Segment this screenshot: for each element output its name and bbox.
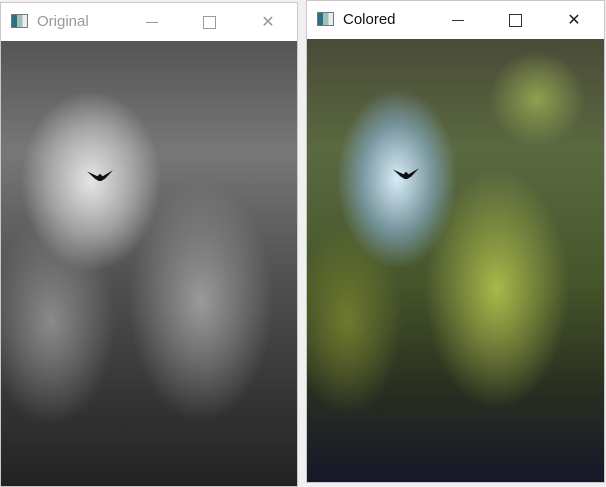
minimize-icon	[452, 19, 464, 21]
window-original[interactable]: Original ✕	[0, 2, 298, 487]
minimize-button[interactable]	[129, 9, 175, 35]
window-title: Original	[37, 13, 89, 30]
minimize-icon	[146, 21, 158, 23]
minimize-button[interactable]	[435, 7, 481, 33]
title-bar[interactable]: Colored ✕	[307, 1, 604, 39]
maximize-button[interactable]	[492, 7, 538, 33]
window-title: Colored	[343, 11, 396, 28]
maximize-button[interactable]	[186, 9, 232, 35]
app-icon	[11, 14, 28, 28]
colored-image	[307, 39, 604, 482]
maximize-icon	[202, 15, 216, 29]
close-icon: ✕	[261, 14, 275, 31]
close-button[interactable]: ✕	[245, 9, 291, 35]
close-button[interactable]: ✕	[551, 7, 597, 33]
bird	[87, 170, 113, 181]
title-bar[interactable]: Original ✕	[1, 3, 297, 41]
window-colored[interactable]: Colored ✕	[306, 0, 605, 483]
close-icon: ✕	[567, 12, 581, 29]
app-icon	[317, 12, 334, 26]
original-image	[1, 41, 297, 486]
maximize-icon	[508, 13, 522, 27]
bird	[393, 168, 419, 179]
